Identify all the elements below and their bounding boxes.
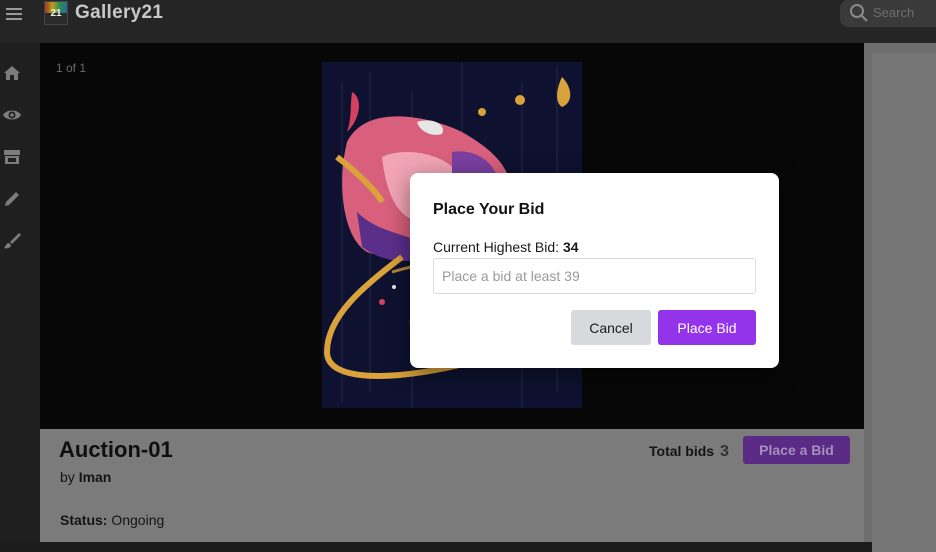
search-icon xyxy=(850,4,868,22)
top-bar: 21 Gallery21 Search xyxy=(0,0,936,43)
current-bid-value: 34 xyxy=(562,239,579,255)
artist-name[interactable]: Iman xyxy=(79,469,112,485)
total-bids: Total bids 3 xyxy=(649,443,729,461)
logo-text: 21 xyxy=(50,8,62,19)
home-icon[interactable] xyxy=(2,63,22,83)
total-bids-label: Total bids xyxy=(649,443,715,459)
search-box[interactable]: Search xyxy=(840,0,936,27)
status-value: Ongoing xyxy=(111,512,165,528)
cancel-button[interactable]: Cancel xyxy=(571,310,651,345)
right-panel xyxy=(864,43,936,552)
status-label: Status: xyxy=(60,512,108,528)
total-bids-count: 3 xyxy=(719,443,729,460)
brand-title[interactable]: Gallery21 xyxy=(75,2,163,24)
search-input[interactable]: Search xyxy=(873,5,914,20)
modal-title: Place Your Bid xyxy=(433,201,545,218)
by-prefix: by xyxy=(60,469,75,485)
hamburger-menu-icon[interactable] xyxy=(6,5,22,21)
brush-icon[interactable] xyxy=(2,231,22,251)
auction-status: Status: Ongoing xyxy=(60,512,164,528)
image-counter: 1 of 1 xyxy=(56,61,87,75)
auction-artist: by Iman xyxy=(60,469,111,485)
sidebar xyxy=(0,43,40,542)
store-icon[interactable] xyxy=(2,147,22,167)
eye-icon[interactable] xyxy=(2,105,22,125)
pencil-icon[interactable] xyxy=(2,189,22,209)
auction-title: Auction-01 xyxy=(59,437,173,462)
place-a-bid-button[interactable]: Place a Bid xyxy=(743,436,850,464)
current-bid-label: Current Highest Bid: xyxy=(433,239,560,255)
current-highest-bid: Current Highest Bid: 34 xyxy=(433,239,579,255)
place-bid-button[interactable]: Place Bid xyxy=(658,310,756,345)
bid-modal: Place Your Bid Current Highest Bid: 34 C… xyxy=(410,173,779,368)
gallery-logo[interactable]: 21 xyxy=(44,1,68,25)
bid-amount-input[interactable] xyxy=(433,258,756,294)
